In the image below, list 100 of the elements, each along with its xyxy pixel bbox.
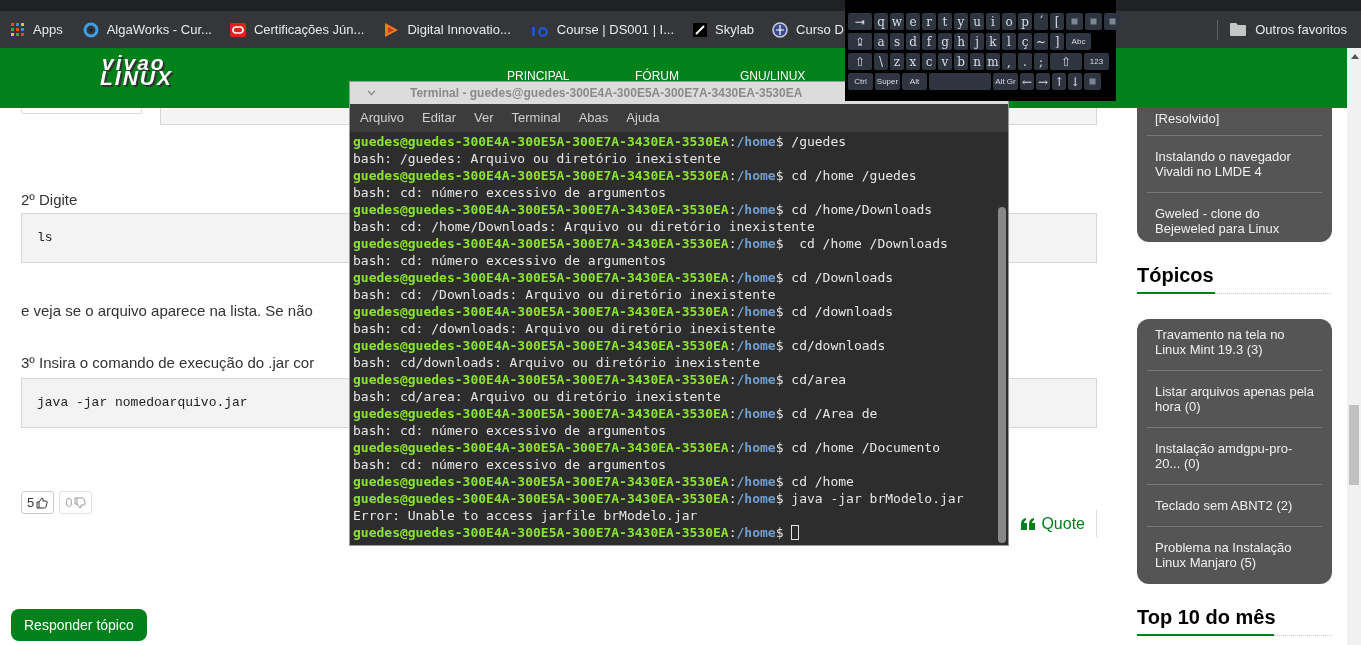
command-text: $ (775, 524, 784, 541)
bookmark-link[interactable]: Course | DS001 | I... (530, 19, 675, 40)
menu-item[interactable]: Arquivo (360, 108, 405, 128)
bookmark-folder[interactable]: Outros favoritos (1230, 19, 1347, 40)
keyboard-key[interactable]: ´ (1034, 13, 1048, 30)
keyboard-key[interactable]: t (938, 13, 952, 30)
sidebar-link[interactable]: Gweled - clone do Bejeweled para Linux (1147, 193, 1322, 249)
keyboard-key[interactable]: 123 (1084, 53, 1109, 70)
bookmark-link[interactable]: Certificações Jún... (229, 19, 365, 40)
bookmark-link[interactable]: AlgaWorks - Cur... (82, 19, 212, 40)
keyboard-key[interactable]: ; (1034, 53, 1048, 70)
keyboard-key[interactable]: ⇧ (848, 53, 872, 70)
nav-link[interactable]: GNU/LINUX (740, 70, 806, 82)
keyboard-key[interactable]: Alt (902, 73, 927, 90)
keyboard-key[interactable]: k (986, 33, 1000, 50)
keyboard-key[interactable]: ⇪ (848, 33, 872, 50)
output-text: bash: cd: /downloads: Arquivo ou diretório inexistente (353, 320, 776, 337)
sidebar-link[interactable]: Listar arquivos apenas pela hora (0) (1147, 371, 1322, 428)
keyboard-key[interactable]: o (1002, 13, 1016, 30)
sidebar-link[interactable]: Teclado sem ABNT2 (2) (1147, 485, 1322, 527)
keyboard-key[interactable]: Abc (1066, 33, 1091, 50)
sidebar-link[interactable]: Instalando o navegador Vivaldi no LMDE 4 (1147, 136, 1322, 193)
keyboard-key[interactable]: y (954, 13, 968, 30)
keyboard-key[interactable] (1066, 13, 1083, 30)
keyboard-key[interactable]: w (890, 13, 904, 30)
keyboard-key[interactable]: u (970, 13, 984, 30)
menu-item[interactable]: Terminal (511, 108, 561, 128)
keyboard-key[interactable]: x (906, 53, 920, 70)
keyboard-key[interactable]: ↓ (1068, 73, 1082, 90)
like-button[interactable]: 5 (21, 491, 55, 514)
keyboard-key[interactable]: q (874, 13, 888, 30)
paragraph-text: 3º Insira o comando de execução do .jar cor (21, 354, 315, 372)
code-text: ls (37, 229, 53, 248)
bookmark-link[interactable]: Skylab (693, 19, 755, 40)
bookmark-link[interactable]: Apps (11, 19, 63, 40)
keyboard-key[interactable] (1104, 13, 1121, 30)
thumbs-up-icon (36, 496, 49, 509)
keyboard-key[interactable]: r (922, 13, 936, 30)
command-text: $ cd /Downloads (775, 269, 894, 286)
keyboard-key[interactable]: s (890, 33, 904, 50)
bookmark-link[interactable]: Digital Innovatio... (383, 19, 511, 40)
keyboard-key[interactable]: a (874, 33, 888, 50)
prompt-separator: : (728, 524, 737, 541)
keyboard-key[interactable]: d (906, 33, 920, 50)
keyboard-key[interactable]: ↑ (1052, 73, 1066, 90)
prompt-path: /home (736, 201, 776, 218)
code-text: java -jar nomedoarquivo.jar (37, 394, 248, 413)
keyboard-key[interactable]: ⇧ (1050, 53, 1082, 70)
keyboard-key[interactable]: Ctrl (848, 73, 873, 90)
keyboard-key[interactable]: g (938, 33, 952, 50)
keyboard-key[interactable]: f (922, 33, 936, 50)
keyboard-key[interactable]: v (938, 53, 952, 70)
chevron-down-icon[interactable] (367, 90, 376, 96)
keyboard-key[interactable]: n (970, 53, 984, 70)
quote-button[interactable]: Quote (1019, 510, 1097, 537)
keyboard-key[interactable]: ç (1018, 33, 1032, 50)
scrollbar[interactable] (1347, 48, 1361, 645)
prompt-path: /home (736, 524, 776, 541)
sidebar-link[interactable]: Travamento na tela no Linux Mint 19.3 (3) (1147, 321, 1322, 371)
sidebar-link[interactable]: Instalação amdgpu-pro-20... (0) (1147, 428, 1322, 485)
keyboard-key[interactable]: z (890, 53, 904, 70)
menu-item[interactable]: Ajuda (626, 108, 660, 128)
keyboard-key[interactable]: ← (1020, 73, 1034, 90)
menu-item[interactable]: Abas (578, 108, 609, 128)
keyboard-key[interactable]: → (1036, 73, 1050, 90)
menu-item[interactable]: Editar (422, 108, 457, 128)
keyboard-key[interactable]: . (1018, 53, 1032, 70)
nav-link[interactable]: PRINCIPAL (507, 70, 570, 82)
keyboard-key[interactable]: ~ (1034, 33, 1048, 50)
site-logo[interactable]: vivao LINUX (100, 55, 173, 85)
sidebar-link[interactable]: [Resolvido] (1147, 108, 1322, 136)
keyboard-key[interactable]: l (1002, 33, 1016, 50)
bookmark-link[interactable]: Curso D (772, 19, 844, 40)
prompt-user: guedes@guedes-300E4A-300E5A-300E7A-3430EA-3530EA (353, 473, 729, 490)
keyboard-key[interactable]: [ (1050, 13, 1064, 30)
reply-button[interactable]: Responder tópico (11, 609, 147, 641)
keyboard-key[interactable]: Super (875, 73, 900, 90)
keyboard-key[interactable]: i (986, 13, 1000, 30)
keyboard-key[interactable] (1085, 13, 1102, 30)
keyboard-key[interactable]: Alt Gr (993, 73, 1018, 90)
keyboard-key[interactable]: h (954, 33, 968, 50)
prompt-user: guedes@guedes-300E4A-300E5A-300E7A-3430EA-3530EA (353, 167, 729, 184)
menu-item[interactable]: Ver (474, 108, 494, 128)
keyboard-key[interactable]: ] (1050, 33, 1064, 50)
keyboard-key[interactable]: b (954, 53, 968, 70)
keyboard-key[interactable] (1084, 73, 1101, 90)
keyboard-key[interactable]: ⇥ (848, 13, 872, 30)
key-symbol-icon (1089, 78, 1096, 85)
nav-link[interactable]: FÓRUM (635, 70, 679, 82)
keyboard-key[interactable]: p (1018, 13, 1032, 30)
keyboard-key[interactable]: e (906, 13, 920, 30)
keyboard-key[interactable]: c (922, 53, 936, 70)
prompt-path: /home (736, 337, 776, 354)
keyboard-key[interactable]: , (1002, 53, 1016, 70)
keyboard-key[interactable]: \ (874, 53, 888, 70)
keyboard-key[interactable]: m (986, 53, 1000, 70)
prompt-path: /home (736, 303, 776, 320)
sidebar-link[interactable]: Problema na Instalação Linux Manjaro (5) (1147, 527, 1322, 583)
section-heading: Top 10 do mês (1137, 605, 1277, 630)
keyboard-key[interactable]: j (970, 33, 984, 50)
